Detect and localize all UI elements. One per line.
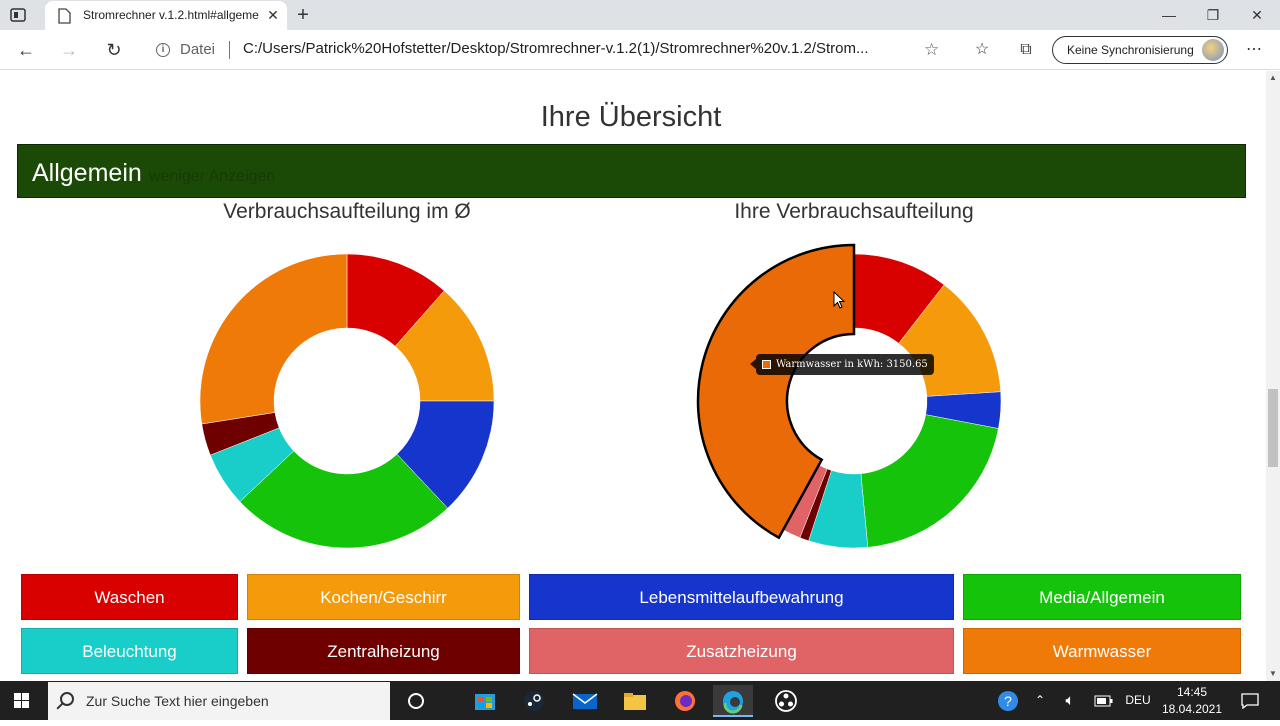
steam-icon[interactable]	[514, 685, 554, 717]
address-scheme: Datei	[180, 41, 216, 58]
toggle-details-link[interactable]: weniger Anzeigen	[149, 168, 275, 186]
notifications-icon[interactable]	[1236, 681, 1264, 720]
browser-toolbar: ← → ↻ i Datei C:/Users/Patrick%20Hofstet…	[0, 30, 1280, 70]
slice-warmwasser[interactable]	[199, 253, 348, 425]
search-placeholder: Zur Suche Text hier eingeben	[86, 693, 269, 709]
tab-actions-icon[interactable]	[8, 6, 28, 24]
file-explorer-icon[interactable]	[615, 685, 655, 717]
mouse-cursor-icon	[833, 291, 846, 309]
section-header: Allgemein weniger Anzeigen	[17, 144, 1246, 198]
forward-icon[interactable]: →	[55, 36, 83, 64]
scroll-thumb[interactable]	[1268, 389, 1278, 467]
donut-chart-average[interactable]	[187, 241, 507, 561]
firefox-icon[interactable]	[665, 685, 705, 717]
chart-title-yours: Ihre Verbrauchsaufteilung	[734, 200, 974, 223]
sync-button[interactable]: Keine Synchronisierung	[1052, 36, 1228, 64]
minimize-icon[interactable]: —	[1146, 0, 1192, 30]
close-tab-icon[interactable]: ✕	[263, 5, 283, 25]
sync-label: Keine Synchronisierung	[1067, 43, 1194, 57]
browser-tab-bar: Stromrechner v.1.2.html#allgeme ✕ + — ❐ …	[0, 0, 1280, 30]
legend-lebensmittel-button[interactable]: Lebensmittelaufbewahrung	[529, 574, 954, 620]
cortana-icon[interactable]	[396, 685, 436, 717]
legend-media-button[interactable]: Media/Allgemein	[963, 574, 1241, 620]
obs-icon[interactable]	[766, 685, 806, 717]
back-icon[interactable]: ←	[12, 36, 40, 64]
collections-icon[interactable]: ⧉	[1012, 36, 1040, 64]
page-content: Ihre Übersicht Allgemein weniger Anzeige…	[0, 71, 1266, 681]
legend-warmwasser-button[interactable]: Warmwasser	[963, 628, 1241, 674]
volume-icon[interactable]: 🔈︎	[1058, 681, 1082, 720]
tray-chevron-icon[interactable]: ⌃	[1030, 681, 1050, 720]
windows-taskbar: Zur Suche Text hier eingeben ? ⌃ 🔈︎ DEU …	[0, 681, 1280, 720]
legend-beleuchtung-button[interactable]: Beleuchtung	[21, 628, 238, 674]
address-bar[interactable]: i Datei C:/Users/Patrick%20Hofstetter/De…	[143, 35, 955, 65]
clock[interactable]: 14:45 18.04.2021	[1158, 681, 1226, 720]
windows-start-icon[interactable]	[0, 681, 44, 720]
search-icon	[60, 692, 74, 706]
language-indicator[interactable]: DEU	[1120, 681, 1156, 720]
tab-title: Stromrechner v.1.2.html#allgeme	[83, 8, 259, 22]
chart-tooltip: Warmwasser in kWh: 3150.65	[750, 354, 934, 375]
donut-chart-yours[interactable]	[694, 241, 1014, 561]
new-tab-button[interactable]: +	[292, 4, 314, 26]
more-menu-icon[interactable]: ⋯	[1240, 36, 1268, 64]
clock-date: 18.04.2021	[1161, 702, 1223, 716]
legend-zentralheizung-button[interactable]: Zentralheizung	[247, 628, 520, 674]
address-separator	[229, 41, 230, 59]
restore-icon[interactable]: ❐	[1190, 0, 1236, 30]
legend-kochen-button[interactable]: Kochen/Geschirr	[247, 574, 520, 620]
taskbar-search-input[interactable]: Zur Suche Text hier eingeben	[48, 682, 390, 720]
address-url[interactable]: C:/Users/Patrick%20Hofstetter/Desktop/St…	[243, 40, 911, 57]
tooltip-swatch	[762, 360, 771, 369]
slice-media-allgemein[interactable]	[860, 414, 999, 548]
scroll-down-icon[interactable]: ▼	[1269, 669, 1277, 678]
browser-tab[interactable]: Stromrechner v.1.2.html#allgeme ✕	[45, 1, 287, 30]
scroll-up-icon[interactable]: ▲	[1269, 73, 1277, 82]
page-scrollbar[interactable]: ▲ ▼	[1266, 71, 1280, 681]
help-icon[interactable]: ?	[994, 687, 1022, 726]
clock-time: 14:45	[1176, 685, 1208, 699]
page-title: Ihre Übersicht	[540, 101, 722, 133]
edge-icon[interactable]	[713, 685, 753, 717]
tooltip-text: Warmwasser in kWh: 3150.65	[776, 359, 928, 370]
add-favorite-icon[interactable]: ☆	[924, 40, 939, 60]
legend-waschen-button[interactable]: Waschen	[21, 574, 238, 620]
reload-icon[interactable]: ↻	[100, 36, 128, 64]
store-icon[interactable]	[465, 685, 505, 717]
close-window-icon[interactable]: ✕	[1234, 0, 1280, 30]
page-favicon-icon	[57, 8, 71, 29]
mail-icon[interactable]	[565, 685, 605, 717]
favorites-icon[interactable]: ☆	[968, 36, 996, 64]
section-title: Allgemein	[32, 159, 142, 187]
chart-title-average: Verbrauchsaufteilung im Ø	[223, 200, 471, 223]
profile-avatar	[1202, 39, 1224, 61]
tooltip-arrow	[750, 359, 756, 369]
info-icon[interactable]: i	[156, 43, 170, 57]
legend-zusatzheizung-button[interactable]: Zusatzheizung	[529, 628, 954, 674]
battery-icon[interactable]	[1092, 681, 1116, 720]
svg-text:?: ?	[1004, 693, 1012, 709]
